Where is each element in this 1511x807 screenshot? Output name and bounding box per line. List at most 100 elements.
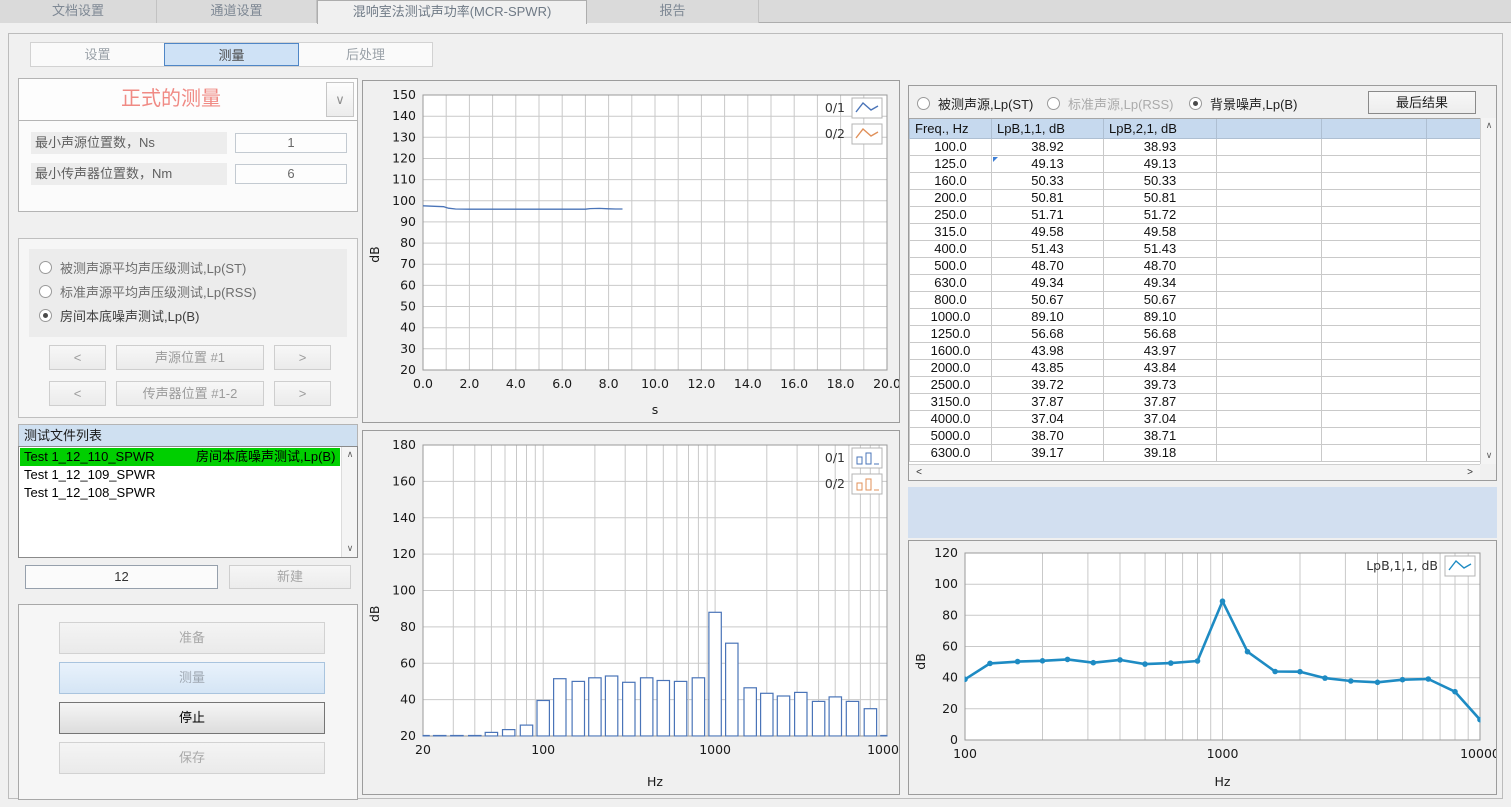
table-column-header: LpB,1,1, dB — [992, 119, 1104, 138]
prepare-button[interactable]: 准备 — [59, 622, 325, 654]
table-cell — [1427, 240, 1481, 257]
file-list-title: 测试文件列表 — [18, 424, 358, 446]
min-mic-positions-field[interactable]: 6 — [235, 164, 347, 184]
table-row[interactable]: 2000.043.8543.84 — [910, 359, 1481, 376]
table-row[interactable]: 400.051.4351.43 — [910, 240, 1481, 257]
table-column-header: Freq., Hz — [910, 119, 992, 138]
table-row[interactable]: 5000.038.7038.71 — [910, 427, 1481, 444]
table-cell: 38.93 — [1104, 138, 1217, 155]
table-cell — [1322, 240, 1427, 257]
table-vertical-scrollbar[interactable]: ∧ ∨ — [1480, 118, 1496, 464]
final-result-button[interactable]: 最后结果 — [1368, 91, 1476, 114]
list-item[interactable]: Test 1_12_108_SPWR — [20, 484, 340, 502]
new-file-button[interactable]: 新建 — [229, 565, 351, 589]
tab-channel-settings[interactable]: 通道设置 — [157, 0, 317, 23]
table-row[interactable]: 125.049.1349.13 — [910, 155, 1481, 172]
scroll-left-icon[interactable]: < — [911, 465, 927, 481]
radio-lp-rss[interactable]: 标准声源平均声压级测试,Lp(RSS) — [39, 281, 256, 301]
test-type-radio-group: 被测声源平均声压级测试,Lp(ST) 标准声源平均声压级测试,Lp(RSS) 房… — [29, 249, 347, 337]
scroll-down-icon[interactable]: ∨ — [1481, 448, 1497, 464]
table-cell: 50.33 — [1104, 172, 1217, 189]
table-cell: 49.34 — [992, 274, 1104, 291]
tab-report[interactable]: 报告 — [587, 0, 759, 23]
file-list-scrollbar[interactable]: ∧ ∨ — [341, 447, 357, 557]
mic-position-prev-button[interactable]: < — [49, 381, 106, 406]
radio-lp-b[interactable]: 房间本底噪声测试,Lp(B) — [39, 305, 199, 325]
table-cell: 37.04 — [1104, 410, 1217, 427]
source-position-prev-button[interactable]: < — [49, 345, 106, 370]
mic-position-next-button[interactable]: > — [274, 381, 331, 406]
table-cell — [1322, 427, 1427, 444]
svg-text:100: 100 — [531, 742, 555, 757]
table-row[interactable]: 6300.039.1739.18 — [910, 444, 1481, 461]
svg-text:40: 40 — [400, 692, 416, 707]
tab-mcr-spwr[interactable]: 混响室法测试声功率(MCR-SPWR) — [317, 0, 587, 24]
table-row[interactable]: 4000.037.0437.04 — [910, 410, 1481, 427]
table-row[interactable]: 160.050.3350.33 — [910, 172, 1481, 189]
table-cell: 37.04 — [992, 410, 1104, 427]
table-cell — [1427, 155, 1481, 172]
table-row[interactable]: 250.051.7151.72 — [910, 206, 1481, 223]
scroll-down-icon[interactable]: ∨ — [342, 541, 358, 557]
table-cell: 50.67 — [992, 291, 1104, 308]
source-position-next-button[interactable]: > — [274, 345, 331, 370]
position-params-panel: 最小声源位置数，Ns 1 最小传声器位置数，Nm 6 — [18, 120, 358, 212]
result-radio-lp-st[interactable]: 被测声源,Lp(ST) — [917, 94, 1033, 113]
radio-lp-st[interactable]: 被测声源平均声压级测试,Lp(ST) — [39, 257, 246, 277]
results-table: Freq., HzLpB,1,1, dBLpB,2,1, dB 100.038.… — [909, 118, 1480, 464]
result-radio-lp-rss[interactable]: 标准声源,Lp(RSS) — [1047, 94, 1173, 113]
table-row[interactable]: 2500.039.7239.73 — [910, 376, 1481, 393]
svg-text:80: 80 — [942, 607, 958, 622]
tab-document-settings[interactable]: 文档设置 — [0, 0, 157, 23]
table-row[interactable]: 1000.089.1089.10 — [910, 308, 1481, 325]
table-cell: 39.72 — [992, 376, 1104, 393]
stop-button[interactable]: 停止 — [59, 702, 325, 734]
svg-text:100: 100 — [392, 193, 416, 208]
scroll-up-icon[interactable]: ∧ — [1481, 118, 1497, 134]
table-cell: 39.18 — [1104, 444, 1217, 461]
list-item[interactable]: Test 1_12_109_SPWR — [20, 466, 340, 484]
result-type-radio-row: 被测声源,Lp(ST) 标准声源,Lp(RSS) 背景噪声,Lp(B) 最后结果 — [909, 86, 1496, 118]
table-cell — [1322, 257, 1427, 274]
test-file-list[interactable]: Test 1_12_110_SPWR房间本底噪声测试,Lp(B)Test 1_1… — [18, 446, 358, 558]
table-row[interactable]: 1250.056.6856.68 — [910, 325, 1481, 342]
table-cell — [1427, 291, 1481, 308]
chevron-down-icon[interactable]: ∨ — [326, 82, 354, 117]
svg-text:0.0: 0.0 — [413, 376, 433, 391]
scroll-up-icon[interactable]: ∧ — [342, 447, 358, 463]
table-row[interactable]: 500.048.7048.70 — [910, 257, 1481, 274]
table-horizontal-scrollbar[interactable]: < > — [909, 464, 1480, 480]
subtab-measure[interactable]: 测量 — [164, 43, 299, 66]
svg-text:150: 150 — [392, 87, 416, 102]
table-row[interactable]: 1600.043.9843.97 — [910, 342, 1481, 359]
scroll-right-icon[interactable]: > — [1462, 465, 1478, 481]
table-row[interactable]: 800.050.6750.67 — [910, 291, 1481, 308]
subtab-settings[interactable]: 设置 — [31, 43, 164, 66]
table-cell: 39.73 — [1104, 376, 1217, 393]
table-cell — [1217, 376, 1322, 393]
table-row[interactable]: 3150.037.8737.87 — [910, 393, 1481, 410]
subtab-postprocess[interactable]: 后处理 — [299, 43, 432, 66]
svg-text:20: 20 — [400, 728, 416, 743]
svg-text:120: 120 — [392, 151, 416, 166]
measure-button[interactable]: 测量 — [59, 662, 325, 694]
measurement-mode-dropdown[interactable]: 正式的测量 ∨ — [18, 78, 358, 121]
table-cell — [1217, 359, 1322, 376]
table-row[interactable]: 630.049.3449.34 — [910, 274, 1481, 291]
table-cell: 49.13 — [992, 155, 1104, 172]
file-count-button[interactable]: 12 — [25, 565, 218, 589]
source-position-button[interactable]: 声源位置 #1 — [116, 345, 264, 370]
list-item[interactable]: Test 1_12_110_SPWR房间本底噪声测试,Lp(B) — [20, 448, 340, 466]
measurement-mode-label: 正式的测量 — [19, 79, 323, 120]
min-source-positions-field[interactable]: 1 — [235, 133, 347, 153]
table-cell: 500.0 — [910, 257, 992, 274]
svg-text:60: 60 — [400, 277, 416, 292]
table-row[interactable]: 315.049.5849.58 — [910, 223, 1481, 240]
result-radio-lp-b[interactable]: 背景噪声,Lp(B) — [1189, 94, 1297, 113]
table-row[interactable]: 100.038.9238.93 — [910, 138, 1481, 155]
svg-text:140: 140 — [392, 108, 416, 123]
radio-lp-st-label: 被测声源平均声压级测试,Lp(ST) — [60, 258, 246, 277]
table-row[interactable]: 200.050.8150.81 — [910, 189, 1481, 206]
save-button[interactable]: 保存 — [59, 742, 325, 774]
mic-position-button[interactable]: 传声器位置 #1-2 — [116, 381, 264, 406]
